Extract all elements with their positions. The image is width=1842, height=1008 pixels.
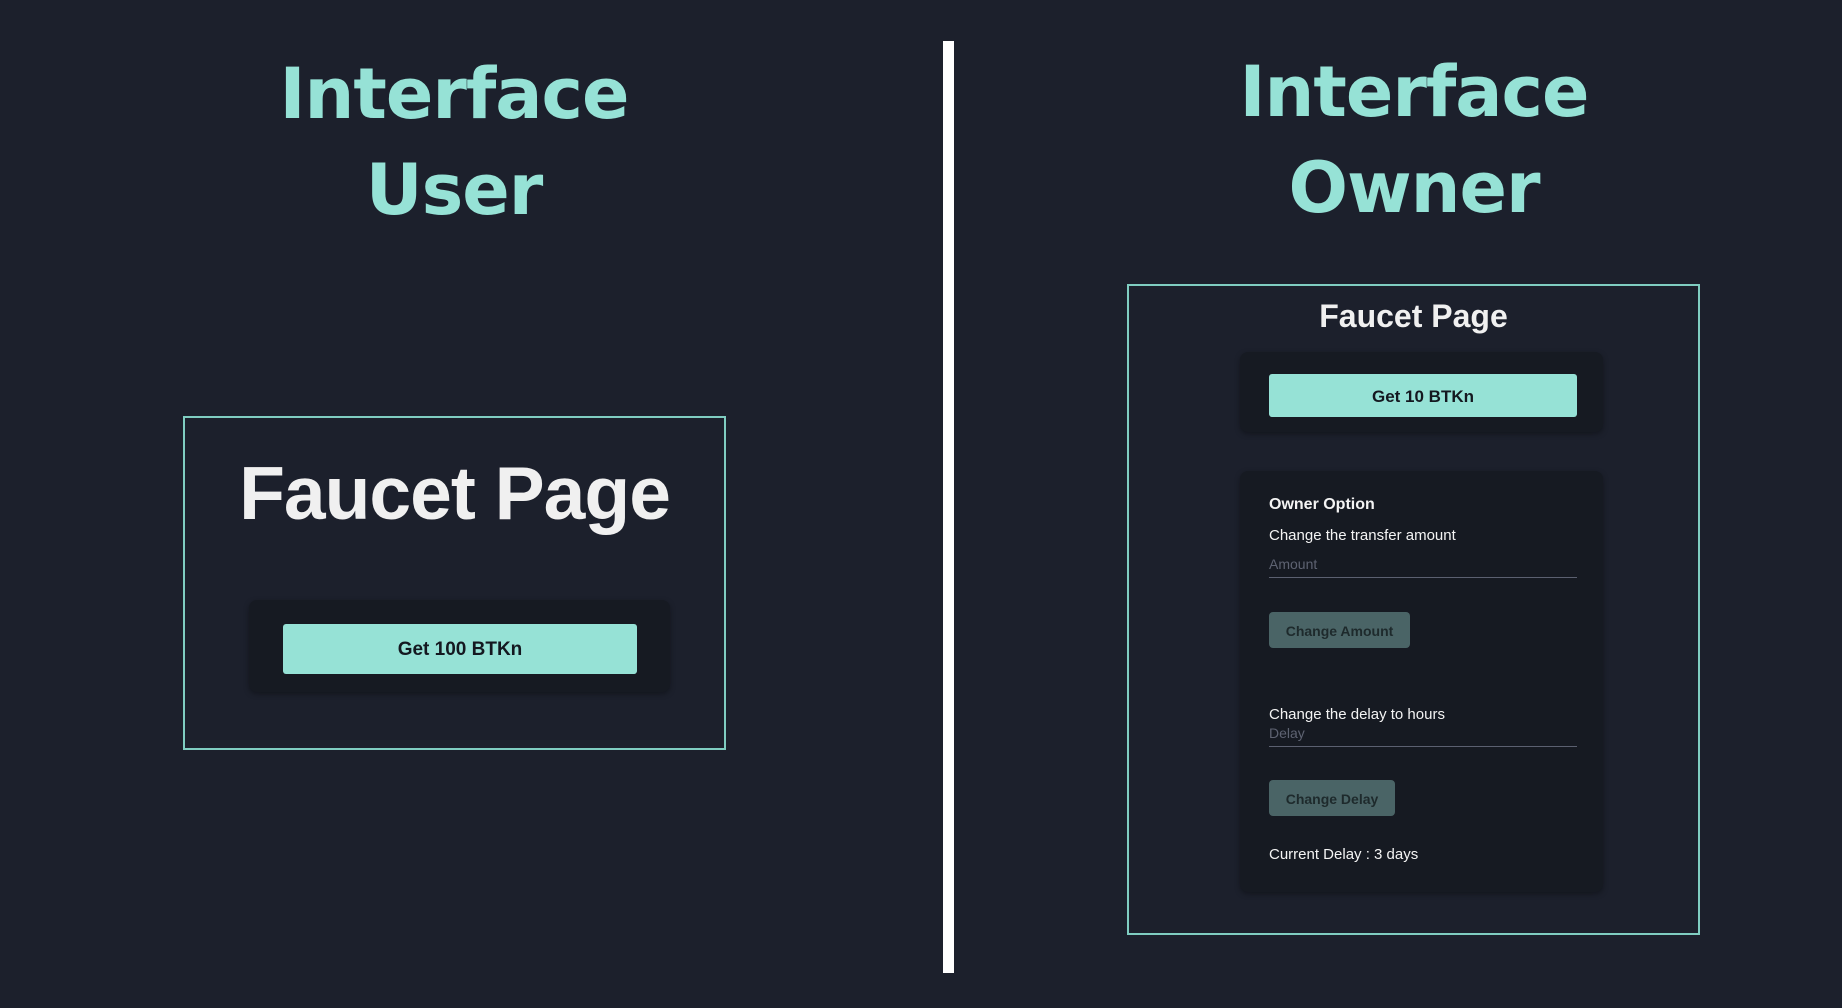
heading-line-2: User: [365, 149, 544, 231]
get-tokens-button[interactable]: Get 100 BTKn: [283, 624, 637, 674]
owner-option-title: Owner Option: [1269, 496, 1375, 513]
heading-line-1: Interface: [279, 53, 630, 135]
get-tokens-card: Get 100 BTKn: [249, 600, 670, 692]
delay-field: [1269, 720, 1577, 747]
user-interface-heading: Interface User: [214, 46, 694, 238]
owner-options-card: Owner Option Change the transfer amount …: [1240, 471, 1603, 892]
amount-input[interactable]: [1269, 551, 1577, 577]
user-faucet-frame: Faucet Page Get 100 BTKn: [183, 416, 726, 750]
get-tokens-button[interactable]: Get 10 BTKn: [1269, 374, 1577, 417]
change-amount-button[interactable]: Change Amount: [1269, 612, 1410, 648]
amount-label: Change the transfer amount: [1269, 527, 1456, 544]
current-delay-text: Current Delay : 3 days: [1269, 846, 1419, 863]
delay-input[interactable]: [1269, 720, 1577, 746]
page-title: Faucet Page: [239, 451, 671, 535]
amount-field: [1269, 551, 1577, 578]
vertical-divider: [943, 41, 954, 973]
owner-interface-heading: Interface Owner: [1174, 44, 1654, 236]
heading-line-1: Interface: [1239, 51, 1590, 133]
page-title: Faucet Page: [1319, 298, 1508, 334]
heading-line-2: Owner: [1288, 147, 1540, 229]
change-delay-button[interactable]: Change Delay: [1269, 780, 1395, 816]
owner-faucet-frame: Faucet Page Get 10 BTKn Owner Option Cha…: [1127, 284, 1700, 935]
get-tokens-card: Get 10 BTKn: [1240, 352, 1603, 432]
